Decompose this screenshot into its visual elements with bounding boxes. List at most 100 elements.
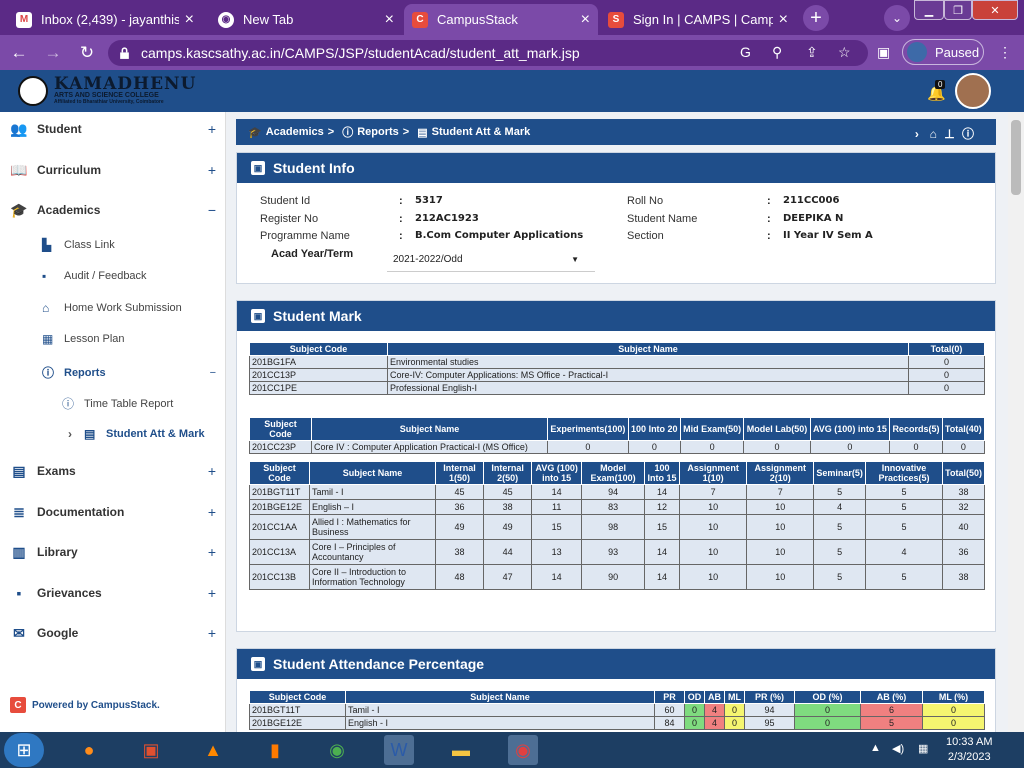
cell: 5: [813, 564, 866, 590]
sidebar-item-reports[interactable]: ⓘ Reports −: [42, 364, 216, 381]
close-tab-icon[interactable]: ×: [779, 11, 788, 29]
expand-icon[interactable]: +: [208, 463, 216, 479]
scrollbar-thumb[interactable]: [1011, 120, 1021, 195]
cell: 7: [746, 484, 815, 500]
cell: 38: [942, 564, 985, 590]
student-id-value: 5317: [415, 195, 443, 206]
sidebar-item-class-link[interactable]: ▙ Class Link: [42, 238, 115, 252]
tab-search-button[interactable]: ⌄: [884, 5, 910, 31]
sidebar-item-exams[interactable]: ▤ Exams +: [10, 463, 216, 480]
maximize-icon[interactable]: ❐: [944, 0, 972, 20]
cell: 10: [679, 564, 748, 590]
expand-icon[interactable]: +: [208, 544, 216, 560]
expand-icon[interactable]: +: [208, 504, 216, 520]
share-icon[interactable]: ⇪: [806, 44, 818, 61]
tab-campusstack[interactable]: C CampusStack ×: [404, 4, 598, 35]
sidebar-item-documentation[interactable]: ≣ Documentation +: [10, 504, 216, 521]
student-mark-card: ▣ Student Mark Subject Code Subject Name To…: [236, 300, 996, 632]
breadcrumb-academics[interactable]: Academics: [266, 126, 324, 138]
menu-kebab-icon[interactable]: ⋮: [998, 44, 1012, 61]
table-row: 201CC1AA Allied I : Mathematics for Busin…: [249, 514, 985, 540]
sidebar-item-academics[interactable]: 🎓 Academics −: [10, 202, 216, 219]
field-label: Student Name: [627, 213, 698, 225]
vlc-icon[interactable]: ▲: [198, 735, 228, 765]
sidebar-item-student-att-mark[interactable]: › ▤ Student Att & Mark: [68, 427, 205, 441]
breadcrumb-reports[interactable]: Reports: [357, 126, 399, 138]
new-tab-button[interactable]: +: [803, 5, 829, 31]
tab-sign-in[interactable]: S Sign In | CAMPS | Campu ×: [600, 4, 796, 35]
sidebar-item-time-table-report[interactable]: ⓘ Time Table Report: [62, 395, 173, 412]
sidebar-item-audit-feedback[interactable]: ▪ Audit / Feedback: [42, 269, 147, 283]
bookmark-star-icon[interactable]: ☆: [838, 44, 851, 61]
volume-icon[interactable]: ◀): [892, 742, 904, 755]
col-header: PR (%): [744, 690, 795, 704]
chevron-right-icon[interactable]: ›: [915, 127, 919, 141]
back-icon[interactable]: ←: [8, 42, 30, 64]
expand-icon[interactable]: +: [208, 585, 216, 601]
expand-icon[interactable]: +: [208, 121, 216, 137]
col-header: 100 Into 20: [627, 417, 681, 441]
cell: 45: [434, 484, 485, 500]
profile-button[interactable]: Paused: [902, 39, 984, 65]
collapse-icon[interactable]: −: [208, 202, 216, 218]
chrome-profile-icon[interactable]: ◉: [508, 735, 538, 765]
tray-arrow-icon[interactable]: ▲: [870, 742, 881, 754]
close-tab-icon[interactable]: ×: [385, 11, 394, 29]
sidebar-item-label: Documentation: [37, 505, 125, 519]
zoom-icon[interactable]: ⚲: [772, 44, 782, 61]
windows-start-icon[interactable]: ⊞: [4, 733, 44, 767]
sidebar-item-library[interactable]: ▥ Library +: [10, 544, 216, 561]
home-icon[interactable]: ⌂: [930, 127, 937, 141]
col-header: Subject Code: [249, 342, 388, 356]
sidebar-item-grievances[interactable]: ▪ Grievances +: [10, 585, 216, 601]
collapse-icon[interactable]: −: [210, 367, 216, 379]
address-bar[interactable]: camps.kascsathy.ac.in/CAMPS/JSP/studentA…: [108, 40, 868, 66]
sidebar-item-curriculum[interactable]: 📖 Curriculum +: [10, 162, 216, 179]
info-icon[interactable]: ⓘ: [962, 127, 974, 141]
col-header: ML (%): [922, 690, 985, 704]
close-tab-icon[interactable]: ×: [581, 11, 590, 29]
cell: Core-IV: Computer Applications: MS Offic…: [387, 368, 909, 382]
close-tab-icon[interactable]: ×: [185, 11, 194, 29]
expand-icon[interactable]: +: [208, 162, 216, 178]
side-panel-icon[interactable]: ▣: [877, 44, 890, 61]
powerpoint-icon[interactable]: ▣: [136, 735, 166, 765]
sidebar-item-google[interactable]: ✉ Google +: [10, 625, 216, 642]
logo-name: KAMADHENU: [54, 74, 197, 94]
network-icon[interactable]: ▦: [918, 742, 928, 755]
firefox-icon[interactable]: ●: [74, 735, 104, 765]
cell: Professional English-I: [387, 381, 909, 395]
chrome-icon[interactable]: ◉: [322, 735, 352, 765]
cell: Core IV : Computer Application Practical…: [311, 440, 548, 454]
cell: 10: [679, 539, 748, 565]
reload-icon[interactable]: ↻: [76, 42, 98, 64]
close-window-icon[interactable]: ✕: [972, 0, 1018, 20]
pdf-icon[interactable]: ▮: [260, 735, 290, 765]
colon: :: [767, 230, 771, 242]
card-header: ▣ Student Mark: [237, 301, 995, 331]
breadcrumb-separator: >: [327, 126, 335, 138]
forward-icon[interactable]: →: [42, 42, 64, 64]
col-header: Innovative Practices(5): [864, 461, 944, 485]
google-icon[interactable]: G: [740, 44, 751, 60]
col-header: AB: [704, 690, 725, 704]
taskbar-clock[interactable]: 10:33 AM 2/3/2023: [946, 735, 992, 765]
tab-new-tab[interactable]: ◉ New Tab ×: [210, 4, 402, 35]
sidebar-item-lesson-plan[interactable]: ▦ Lesson Plan: [42, 332, 125, 346]
word-icon[interactable]: W: [384, 735, 414, 765]
field-label: Student Id: [260, 195, 311, 207]
minimize-icon[interactable]: ▁: [914, 0, 944, 20]
tab-gmail[interactable]: M Inbox (2,439) - jayanthisk ×: [8, 4, 202, 35]
expand-icon[interactable]: +: [208, 625, 216, 641]
user-avatar[interactable]: [955, 73, 991, 109]
cell: 38: [483, 499, 533, 515]
powered-by[interactable]: C Powered by CampusStack.: [10, 697, 160, 713]
sidebar-item-student[interactable]: 👥 Student +: [10, 121, 216, 138]
mark-table-2: Subject Code Subject Name Experiments(10…: [249, 417, 986, 454]
page-scrollbar[interactable]: [1008, 112, 1024, 732]
acad-term-select[interactable]: 2021-2022/Odd ▼: [387, 248, 595, 272]
file-explorer-icon[interactable]: ▬: [446, 735, 476, 765]
pin-icon[interactable]: ⊥: [944, 127, 954, 141]
sidebar-item-home-work[interactable]: ⌂ Home Work Submission: [42, 301, 182, 315]
college-logo[interactable]: KAMADHENU ARTS AND SCIENCE COLLEGE Affil…: [18, 72, 198, 110]
